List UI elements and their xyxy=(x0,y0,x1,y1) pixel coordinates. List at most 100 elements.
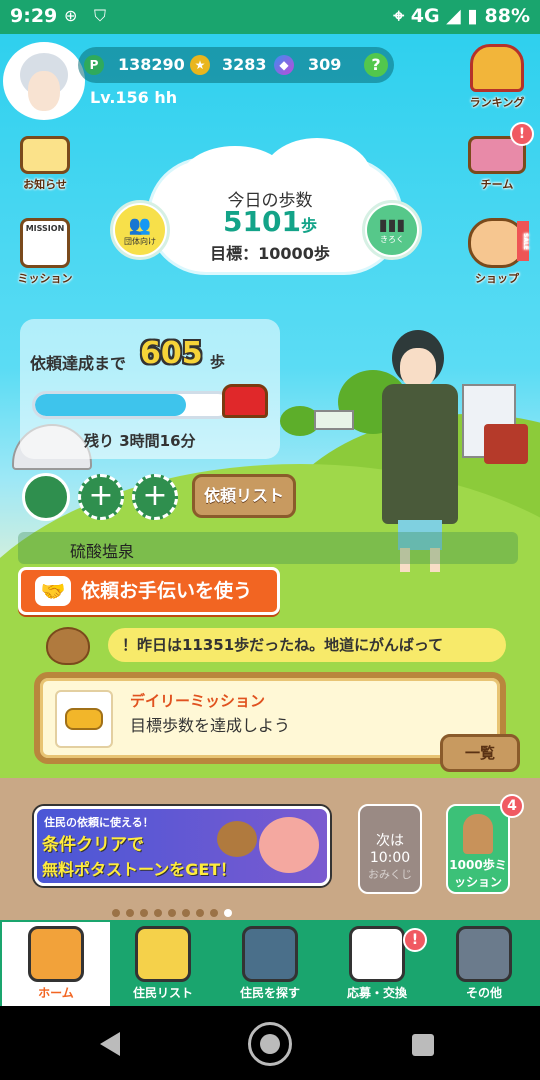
bottom-nav: ホーム 住民リスト 住民を探す 応募・交換! その他 xyxy=(0,920,540,1006)
steps-number: 5101 xyxy=(223,205,301,238)
gems-value: 309 xyxy=(308,55,342,74)
home-icon[interactable] xyxy=(248,1022,292,1066)
spa-label: 硫酸塩泉 xyxy=(70,542,135,561)
point-icon: P xyxy=(84,55,104,75)
binoculars-icon xyxy=(242,926,298,982)
steps-goal: 目標：10000歩 xyxy=(210,244,330,263)
network-type: 4G xyxy=(410,5,440,27)
nav-badge: ! xyxy=(403,928,427,952)
carousel-dot[interactable] xyxy=(210,909,218,917)
player-level: Lv.156 hh xyxy=(90,88,178,107)
mission-1000-button[interactable]: 1000歩ミッション xyxy=(446,804,510,894)
team-badge: ! xyxy=(510,122,534,146)
group-icon: 👥 団体向け xyxy=(115,205,165,255)
omikuji-button[interactable]: 次は 10:00 おみくじ xyxy=(358,804,422,894)
use-help-button[interactable]: 🤝 依頼お手伝いを使う xyxy=(18,567,280,615)
gear-icon xyxy=(456,926,512,982)
record-button[interactable]: ▮▮▮ きろく xyxy=(362,200,422,260)
tanuki-icon xyxy=(463,814,493,854)
gem-icon: ◆ xyxy=(274,55,294,75)
chart-icon: ▮▮▮ きろく xyxy=(367,205,417,255)
house-icon xyxy=(28,926,84,982)
status-right: ⌖ 4G ◢ ▮ 88% xyxy=(393,5,530,27)
handshake-icon: 🤝 xyxy=(35,576,71,606)
banner-line-2: 条件クリアで xyxy=(42,835,144,855)
carousel-dot[interactable] xyxy=(140,909,148,917)
nav-item-5[interactable]: その他 xyxy=(430,922,538,1006)
nav-label: 住民リスト xyxy=(132,986,193,1000)
daily-mission-list-button[interactable]: 一覧 xyxy=(440,734,520,772)
battery-icon: ▮ xyxy=(467,5,478,27)
add-helper-button[interactable]: + xyxy=(132,474,178,520)
carousel-dot[interactable] xyxy=(168,909,176,917)
news-button[interactable]: お知らせ xyxy=(4,136,86,192)
mission-icon xyxy=(55,690,113,748)
tanuki-icon xyxy=(46,627,90,665)
character-face xyxy=(400,348,436,388)
coins-value: 3283 xyxy=(222,55,267,74)
nav-item-1[interactable]: ホーム xyxy=(2,922,110,1006)
mission-label: ミッション xyxy=(17,272,73,285)
banner-line-1: 住民の依頼に使える！ xyxy=(44,816,154,829)
character-body xyxy=(382,384,458,524)
signal-icon: ◢ xyxy=(446,5,461,27)
help-button[interactable]: ? xyxy=(364,53,388,77)
status-time: 9:29 xyxy=(10,5,58,27)
building xyxy=(314,410,354,430)
carousel-dot[interactable] xyxy=(126,909,134,917)
nav-item-2[interactable]: 住民リスト xyxy=(109,922,217,1006)
use-help-label: 依頼お手伝いを使う xyxy=(81,580,253,602)
banner-line-3: 無料ポタストーンをGET！ xyxy=(42,860,237,879)
omikuji-time: 10:00 xyxy=(369,850,411,866)
gift-icon xyxy=(349,926,405,982)
ranking-label: ランキング xyxy=(469,96,525,109)
nav-item-3[interactable]: 住民を探す xyxy=(216,922,324,1006)
shield-icon: ⛉ xyxy=(94,6,107,25)
carousel-dot[interactable] xyxy=(112,909,120,917)
carousel-dot[interactable] xyxy=(154,909,162,917)
currency-bar: P 138290 ★ 3283 ◆ 309 ? xyxy=(78,47,394,83)
request-label: 依頼達成まで xyxy=(30,354,127,373)
group-button[interactable]: 👥 団体向け xyxy=(110,200,170,260)
request-unit: 歩 xyxy=(210,353,226,371)
temple xyxy=(484,424,528,464)
crown-icon xyxy=(470,44,524,92)
shop-label: ショップ xyxy=(475,272,519,285)
request-remaining-steps: 605 xyxy=(140,336,203,371)
steps-count: 5101歩 xyxy=(0,205,540,238)
request-list-button[interactable]: 依頼リスト xyxy=(192,474,296,518)
location-icon: ⌖ xyxy=(393,5,405,27)
back-icon[interactable] xyxy=(100,1032,120,1056)
nav-label: 住民を探す xyxy=(239,986,300,1000)
speech-bubble: ！昨日は11351歩だったね。地道にがんばって xyxy=(108,628,506,662)
nav-label: その他 xyxy=(465,986,502,1000)
request-progress-bar xyxy=(32,391,232,419)
carousel-dot[interactable] xyxy=(182,909,190,917)
request-time-left: 残り 3時間16分 xyxy=(84,432,196,450)
data-saver-icon: ⊕ xyxy=(64,6,78,25)
mission-1000-label: 1000歩ミッション xyxy=(449,858,507,889)
coin-icon: ★ xyxy=(190,55,210,75)
player-avatar[interactable] xyxy=(3,42,85,120)
nav-label: 応募・交換 xyxy=(346,986,407,1000)
ranking-button[interactable]: ランキング xyxy=(456,44,538,110)
recents-icon[interactable] xyxy=(412,1034,434,1056)
mission-1000-badge: 4 xyxy=(500,794,524,818)
add-helper-button[interactable]: + xyxy=(78,474,124,520)
notebook-icon xyxy=(135,926,191,982)
nav-label: ホーム xyxy=(38,986,74,1000)
omikuji-label: おみくじ xyxy=(368,868,412,881)
steps-unit: 歩 xyxy=(300,216,317,235)
helper-avatar[interactable] xyxy=(22,473,70,521)
record-label: きろく xyxy=(380,235,404,244)
carousel-dot[interactable] xyxy=(224,909,232,917)
system-nav-bar xyxy=(0,1006,540,1080)
points-value: 138290 xyxy=(118,55,185,74)
daily-mission-title: デイリーミッション xyxy=(130,692,266,710)
daily-mission-description: 目標歩数を達成しよう xyxy=(130,716,291,735)
envelope-icon xyxy=(20,136,70,174)
battery-level: 88% xyxy=(484,5,530,27)
request-progress-fill xyxy=(35,394,187,416)
group-label: 団体向け xyxy=(124,237,156,246)
carousel-dot[interactable] xyxy=(196,909,204,917)
